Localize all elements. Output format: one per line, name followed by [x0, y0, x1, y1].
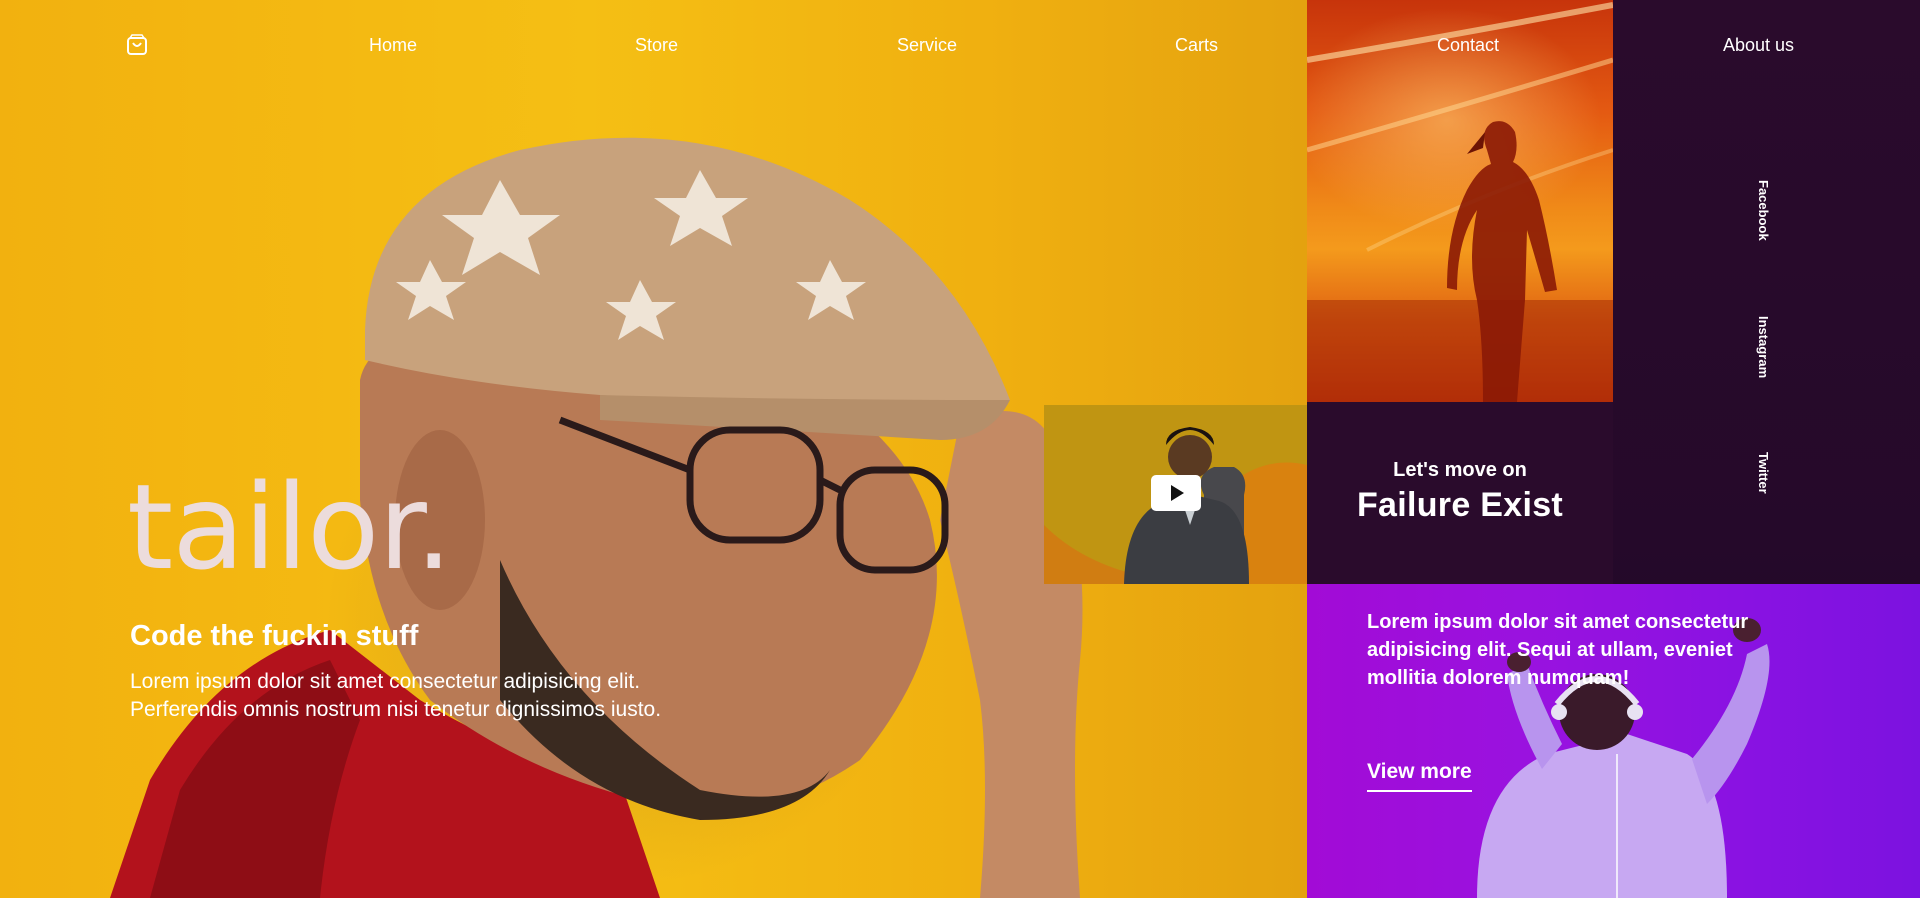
shopping-bag-icon[interactable]: [126, 34, 148, 56]
view-more-link[interactable]: View more: [1367, 760, 1472, 792]
video-thumbnail[interactable]: [1044, 405, 1307, 584]
social-link-instagram[interactable]: Instagram: [1756, 316, 1771, 378]
nav-link-carts[interactable]: Carts: [1175, 34, 1218, 56]
brand-wordmark: tailor.: [127, 458, 453, 596]
feature-headline: Failure Exist: [1356, 486, 1564, 524]
hero-tagline: Code the fuckin stuff: [130, 620, 419, 652]
social-link-twitter[interactable]: Twitter: [1756, 452, 1771, 494]
landing-page: tailor. Code the fuckin stuff Lorem ipsu…: [0, 0, 1920, 898]
nav-link-contact[interactable]: Contact: [1437, 34, 1499, 56]
nav-link-store[interactable]: Store: [635, 34, 678, 56]
nav-link-service[interactable]: Service: [897, 34, 957, 56]
nav-link-home[interactable]: Home: [369, 34, 417, 56]
promo-panel: Lorem ipsum dolor sit amet consectetur a…: [1307, 584, 1920, 898]
feature-kicker: Let's move on: [1393, 459, 1527, 481]
hero-description: Lorem ipsum dolor sit amet consectetur a…: [130, 668, 750, 724]
feature-panel: Let's move on Failure Exist: [1307, 402, 1613, 584]
top-navigation: Home Store Service Carts Contact About u…: [0, 0, 1920, 92]
social-link-facebook[interactable]: Facebook: [1756, 180, 1771, 241]
hero-description-line: Lorem ipsum dolor sit amet consectetur a…: [130, 670, 641, 693]
nav-link-about-us[interactable]: About us: [1723, 34, 1794, 56]
play-button[interactable]: [1151, 475, 1201, 511]
promo-text: Lorem ipsum dolor sit amet consectetur a…: [1367, 611, 1749, 689]
hero-description-line: Perferendis omnis nostrum nisi tenetur d…: [130, 698, 662, 721]
